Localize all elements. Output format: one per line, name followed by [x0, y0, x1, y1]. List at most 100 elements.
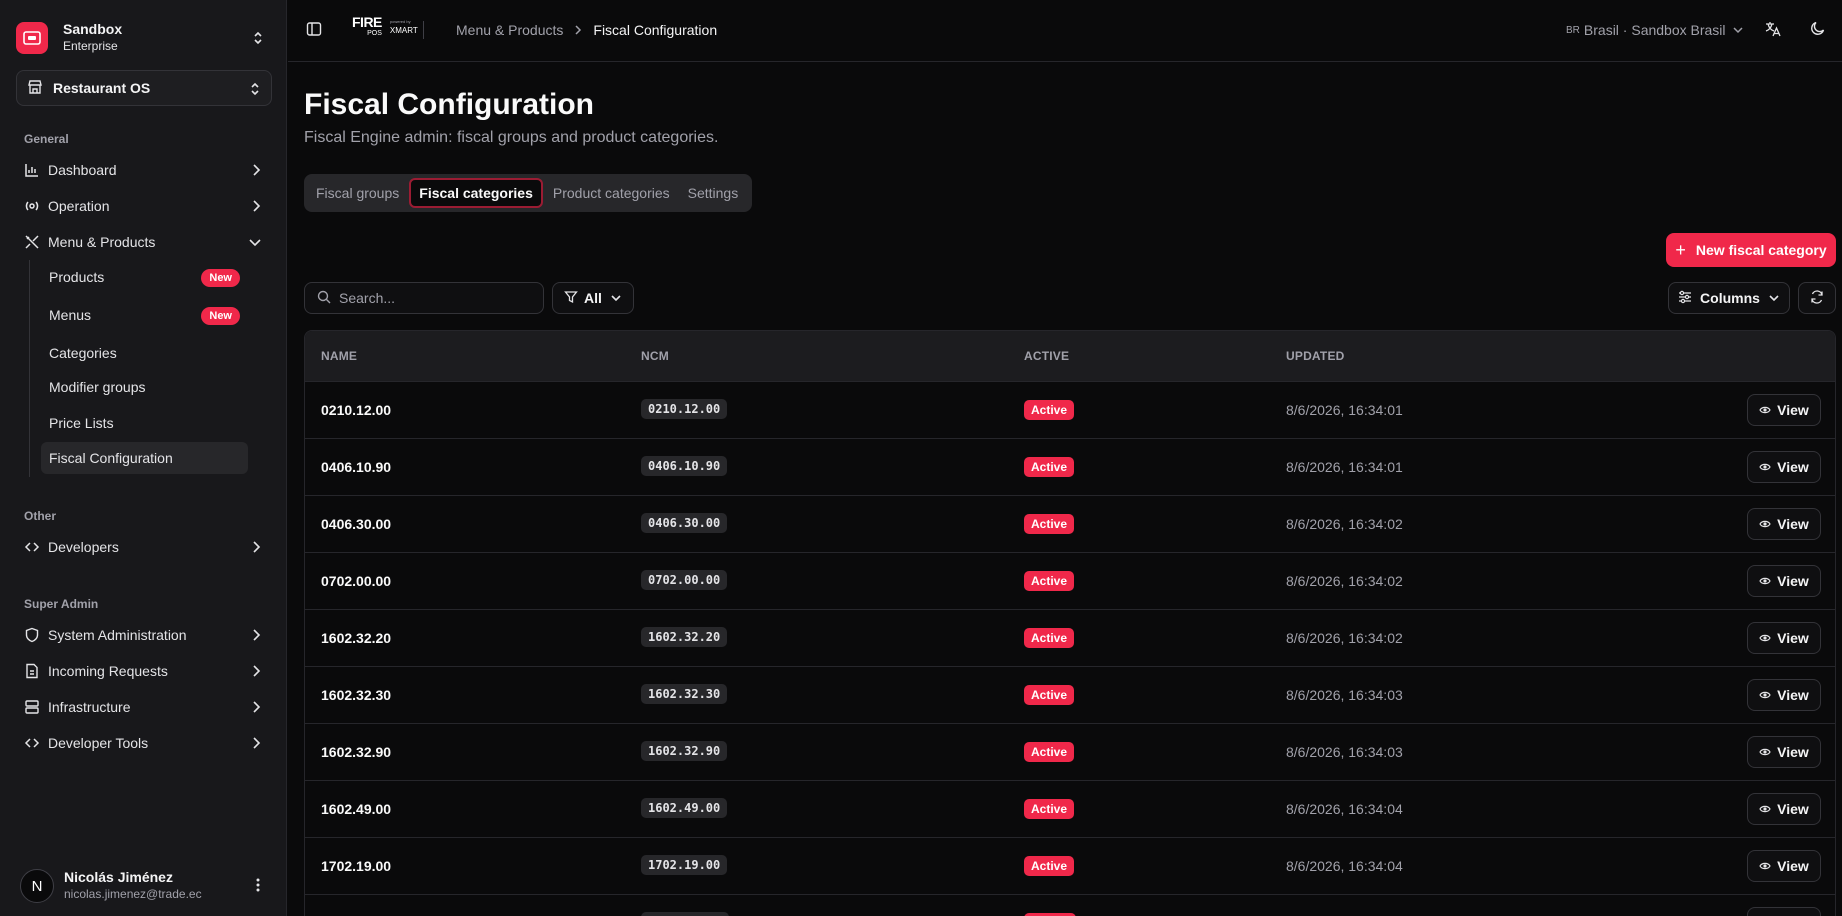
section-other: Other	[24, 509, 57, 523]
view-label: View	[1777, 687, 1809, 703]
sidebar-item-products[interactable]: Products New	[41, 261, 248, 293]
table-row[interactable]: 1602.32.90 1602.32.90 Active 8/6/2026, 16:3…	[305, 723, 1835, 780]
sidebar-item-price-lists[interactable]: Price Lists	[41, 407, 248, 439]
view-button[interactable]: View	[1747, 394, 1821, 426]
view-button[interactable]: View	[1747, 451, 1821, 483]
refresh-button[interactable]	[1798, 282, 1836, 314]
sidebar-item-label: Categories	[49, 345, 117, 361]
table-row[interactable]: View	[305, 894, 1835, 916]
sidebar-item-developers[interactable]: Developers	[16, 531, 272, 563]
view-button[interactable]: View	[1747, 907, 1821, 916]
table-row[interactable]: 0406.30.00 0406.30.00 Active 8/6/2026, 16:3…	[305, 495, 1835, 552]
breadcrumb-current: Fiscal Configuration	[593, 22, 718, 38]
view-label: View	[1777, 630, 1809, 646]
translate-icon[interactable]	[1764, 20, 1782, 41]
shield-icon	[24, 627, 40, 643]
org-switcher[interactable]: Sandbox Enterprise	[16, 18, 272, 58]
view-label: View	[1777, 573, 1809, 589]
view-label: View	[1777, 801, 1809, 817]
status-badge: Active	[1024, 457, 1075, 477]
new-fiscal-category-button[interactable]: + New fiscal category	[1666, 233, 1836, 267]
sidebar-item-system-administration[interactable]: System Administration	[16, 619, 272, 651]
sidebar-item-fiscal-configuration[interactable]: Fiscal Configuration	[41, 442, 248, 474]
column-header-active[interactable]: ACTIVE	[1024, 349, 1069, 363]
app-name: Restaurant OS	[53, 80, 151, 96]
sidebar-item-infrastructure[interactable]: Infrastructure	[16, 691, 272, 723]
sidebar-item-menu-products[interactable]: Menu & Products	[16, 226, 272, 258]
table-row[interactable]: 1602.32.30 1602.32.30 Active 8/6/2026, 16:3…	[305, 666, 1835, 723]
updated-timestamp: 8/6/2026, 16:34:03	[1286, 687, 1403, 703]
column-header-updated[interactable]: UPDATED	[1286, 349, 1345, 363]
view-button[interactable]: View	[1747, 793, 1821, 825]
view-button[interactable]: View	[1747, 850, 1821, 882]
table-row[interactable]: 0406.10.90 0406.10.90 Active 8/6/2026, 16:3…	[305, 438, 1835, 495]
chevron-right-icon	[250, 664, 262, 681]
table-row[interactable]: 1602.49.00 1602.49.00 Active 8/6/2026, 16:3…	[305, 780, 1835, 837]
column-header-name[interactable]: NAME	[321, 349, 357, 363]
sidebar-item-incoming-requests[interactable]: Incoming Requests	[16, 655, 272, 687]
tab-fiscal-categories[interactable]: Fiscal categories	[409, 178, 543, 208]
ncm-code: 0210.12.00	[641, 399, 728, 419]
view-button[interactable]: View	[1747, 565, 1821, 597]
region-label: Brasil · Sandbox Brasil	[1583, 22, 1726, 38]
table-row[interactable]: 0702.00.00 0702.00.00 Active 8/6/2026, 16:3…	[305, 552, 1835, 609]
view-button[interactable]: View	[1747, 679, 1821, 711]
column-header-ncm[interactable]: NCM	[641, 349, 669, 363]
sidebar-item-developer-tools[interactable]: Developer Tools	[16, 727, 272, 759]
sidebar-item-label: Dashboard	[48, 162, 117, 178]
category-name: 0210.12.00	[321, 402, 392, 418]
breadcrumb: Menu & Products Fiscal Configuration	[456, 22, 717, 38]
eye-icon	[1759, 687, 1771, 703]
category-name: 1602.32.30	[321, 687, 392, 703]
app-switcher[interactable]: Restaurant OS	[16, 70, 272, 106]
filter-dropdown[interactable]: All	[552, 282, 634, 314]
chevron-right-icon	[250, 199, 262, 216]
sidebar-item-menus[interactable]: Menus New	[41, 299, 248, 331]
category-name: 0406.30.00	[321, 516, 392, 532]
table-row[interactable]: 0210.12.00 0210.12.00 Active 8/6/2026, 16:3…	[305, 381, 1835, 438]
sidebar-item-label: Infrastructure	[48, 699, 131, 715]
tab-fiscal-groups[interactable]: Fiscal groups	[308, 178, 407, 208]
search-box	[304, 282, 544, 314]
sidebar-item-operation[interactable]: Operation	[16, 190, 272, 222]
status-badge: Active	[1024, 514, 1075, 534]
columns-button[interactable]: Columns	[1668, 282, 1790, 314]
table-row[interactable]: 1702.19.00 1702.19.00 Active 8/6/2026, 16:3…	[305, 837, 1835, 894]
tab-product-categories[interactable]: Product categories	[545, 178, 678, 208]
updated-timestamp: 8/6/2026, 16:34:02	[1286, 630, 1403, 646]
chevron-down-icon	[1732, 25, 1744, 35]
category-name: 1602.49.00	[321, 801, 392, 817]
chevron-right-icon	[250, 736, 262, 753]
sliders-icon	[1678, 290, 1692, 307]
sidebar-toggle-icon[interactable]	[306, 21, 322, 40]
sidebar-item-categories[interactable]: Categories	[41, 337, 248, 369]
status-badge: Active	[1024, 856, 1075, 876]
sidebar-item-label: Price Lists	[49, 415, 114, 431]
sidebar-item-dashboard[interactable]: Dashboard	[16, 154, 272, 186]
user-menu[interactable]: N Nicolás Jiménez nicolas.jimenez@trade.…	[20, 868, 270, 904]
chevrons-updown-icon	[252, 30, 264, 49]
moon-icon[interactable]	[1810, 20, 1826, 39]
sidebar-item-modifier-groups[interactable]: Modifier groups	[41, 371, 248, 403]
more-vertical-icon[interactable]	[256, 878, 260, 895]
sidebar-item-label: Modifier groups	[49, 379, 146, 395]
ncm-code: 1602.49.00	[641, 798, 728, 818]
status-badge: Active	[1024, 628, 1075, 648]
view-button[interactable]: View	[1747, 508, 1821, 540]
org-plan: Enterprise	[63, 39, 118, 53]
table-row[interactable]: 1602.32.20 1602.32.20 Active 8/6/2026, 16:3…	[305, 609, 1835, 666]
page-title: Fiscal Configuration	[304, 88, 595, 121]
flag-label: BR	[1566, 24, 1580, 36]
region-selector[interactable]: BR Brasil · Sandbox Brasil	[1566, 22, 1744, 38]
chevron-right-icon	[250, 540, 262, 557]
tab-settings[interactable]: Settings	[680, 178, 747, 208]
updated-timestamp: 8/6/2026, 16:34:02	[1286, 573, 1403, 589]
search-input[interactable]	[339, 290, 519, 306]
breadcrumb-link[interactable]: Menu & Products	[456, 22, 563, 38]
view-button[interactable]: View	[1747, 622, 1821, 654]
eye-icon	[1759, 801, 1771, 817]
firepos-logo: FIRE POS powered by XMART	[352, 14, 418, 38]
ncm-code	[641, 912, 729, 916]
view-button[interactable]: View	[1747, 736, 1821, 768]
refresh-icon	[1810, 289, 1824, 307]
